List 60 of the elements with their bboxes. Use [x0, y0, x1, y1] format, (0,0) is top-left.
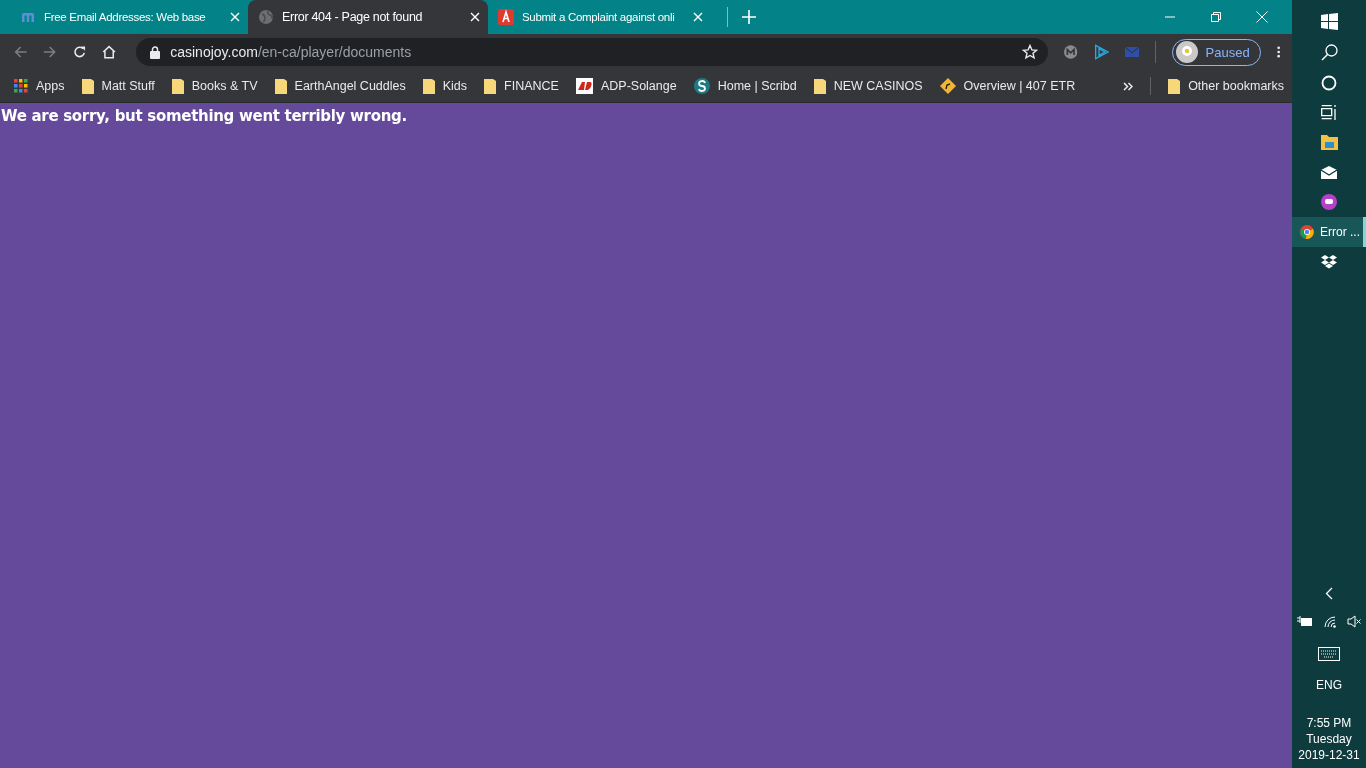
windows-logo-icon[interactable] [1320, 13, 1338, 30]
chevrons-icon[interactable] [1123, 81, 1134, 91]
forward-icon[interactable] [43, 44, 57, 60]
bookmark[interactable]: Kids [422, 78, 468, 94]
dropbox-icon [1321, 255, 1337, 269]
bookmark[interactable]: Other bookmarks [1168, 78, 1284, 94]
home-icon[interactable] [102, 44, 117, 60]
diamond-sign-icon [939, 78, 956, 94]
browser-tab[interactable]: Free Email Addresses: Web base [8, 0, 248, 34]
reload-icon[interactable] [72, 44, 87, 60]
bookmark[interactable]: Matt Stuff [81, 78, 155, 94]
circle-icon[interactable] [1321, 75, 1337, 91]
folder-icon [274, 78, 287, 94]
task-view-icon[interactable] [1320, 105, 1338, 120]
globe-icon [258, 9, 274, 25]
folder-icon [1320, 134, 1338, 150]
play-arrow-icon[interactable] [1093, 43, 1109, 61]
s-circle-icon [693, 78, 710, 94]
star-icon[interactable] [1022, 44, 1039, 60]
folder-icon [422, 78, 435, 94]
keyboard-icon[interactable] [1318, 647, 1340, 661]
clock[interactable]: 7:55 PM Tuesday 2019-12-31 [1298, 716, 1360, 762]
browser-tab[interactable]: Error 404 - Page not found [248, 0, 488, 34]
letter-a-icon [498, 9, 514, 25]
restore-icon[interactable] [1210, 11, 1222, 23]
folder-icon [813, 78, 826, 94]
folder-icon [81, 78, 94, 94]
search-icon[interactable] [1320, 44, 1338, 61]
taskbar-app[interactable]: Error ... [1292, 217, 1366, 247]
bookmark[interactable]: NEW CASINOS [813, 78, 923, 94]
back-icon[interactable] [14, 44, 28, 60]
folder-icon [484, 78, 497, 94]
address-bar[interactable]: casinojoy.com/en-ca/player/documents [136, 38, 1049, 66]
apps-grid-icon [14, 79, 28, 93]
bookmark[interactable]: Home | Scribd [693, 78, 797, 94]
folder-icon [1168, 78, 1181, 94]
new-tab-icon[interactable] [742, 10, 756, 24]
bookmark[interactable]: EarthAngel Cuddles [274, 78, 406, 94]
browser-tab[interactable]: Submit a Complaint against onli [488, 0, 711, 34]
muted-speaker-icon[interactable] [1347, 615, 1361, 628]
folder-icon [171, 78, 184, 94]
battery-icon[interactable] [1297, 616, 1313, 627]
close-icon[interactable] [470, 12, 480, 22]
bookmark[interactable]: Books & TV [171, 78, 258, 94]
bookmark[interactable]: Apps [14, 79, 65, 93]
flower-avatar-icon [1175, 41, 1198, 63]
error-message: We are sorry, but something went terribly wrong. [1, 107, 408, 125]
menu-icon[interactable] [1276, 45, 1280, 59]
bookmark[interactable]: Overview | 407 ETR [939, 78, 1076, 94]
square-logo-icon [575, 78, 593, 94]
wifi-icon[interactable] [1323, 615, 1337, 628]
chrome-icon [1300, 225, 1314, 239]
m-circle-icon[interactable] [1064, 44, 1078, 60]
chevron-left-icon[interactable] [1325, 587, 1333, 600]
envelope-icon [1321, 165, 1337, 179]
lock-icon [150, 45, 161, 59]
bookmark[interactable]: ADP-Solange [575, 78, 677, 94]
bookmark[interactable]: FINANCE [484, 78, 559, 94]
language-indicator[interactable]: ENG [1316, 678, 1342, 692]
chat-bubble-icon [1321, 194, 1337, 210]
